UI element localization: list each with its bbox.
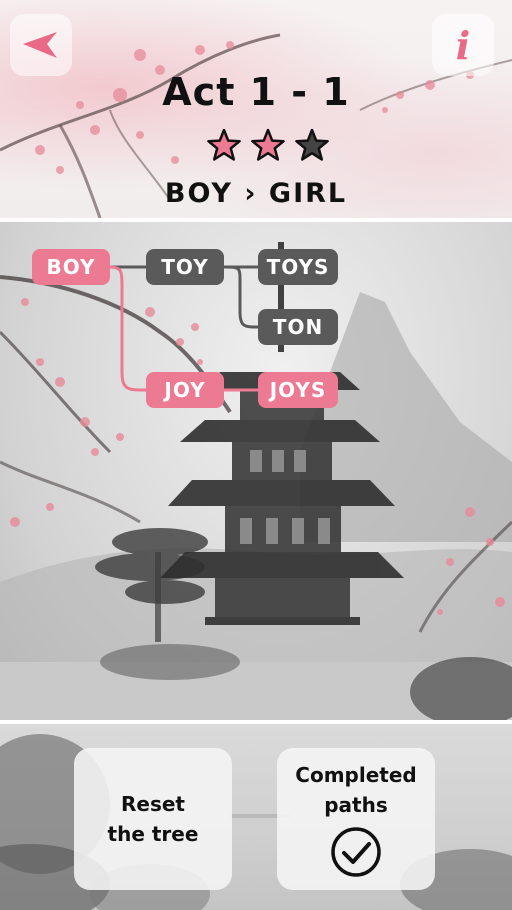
level-title: Act 1 - 1 [162, 70, 350, 114]
tree-node-joys[interactable]: JOYS [258, 372, 338, 408]
reset-tree-button[interactable]: Reset the tree [74, 748, 232, 890]
back-arrow-icon [23, 32, 57, 58]
tree-node-boy[interactable]: BOY [32, 249, 110, 285]
reset-tree-label: Reset the tree [107, 792, 199, 846]
bottom-panel: Reset the tree Completed paths [0, 724, 512, 910]
star-icon-filled [251, 128, 285, 161]
star-rating [207, 128, 329, 161]
back-button[interactable] [10, 14, 72, 76]
tree-node-joy[interactable]: JOY [146, 372, 224, 408]
header: i Act 1 - 1 BOY › GIRL [0, 0, 512, 218]
star-icon-empty [295, 128, 329, 161]
completed-paths-label: Completed paths [295, 763, 417, 817]
info-button[interactable]: i [432, 14, 494, 76]
info-icon: i [455, 22, 471, 68]
tree-node-toy[interactable]: TOY [146, 249, 224, 285]
word-tree-area: BOY TOY TOYS TON JOY JOYS [0, 222, 512, 720]
star-icon-filled [207, 128, 241, 161]
completed-paths-button[interactable]: Completed paths [277, 748, 435, 890]
pagoda-landscape-background [0, 242, 512, 720]
tree-node-ton[interactable]: TON [258, 309, 338, 345]
tree-node-toys[interactable]: TOYS [258, 249, 338, 285]
goal-words: BOY › GIRL [164, 178, 348, 209]
checkmark-circle-icon [331, 827, 381, 877]
